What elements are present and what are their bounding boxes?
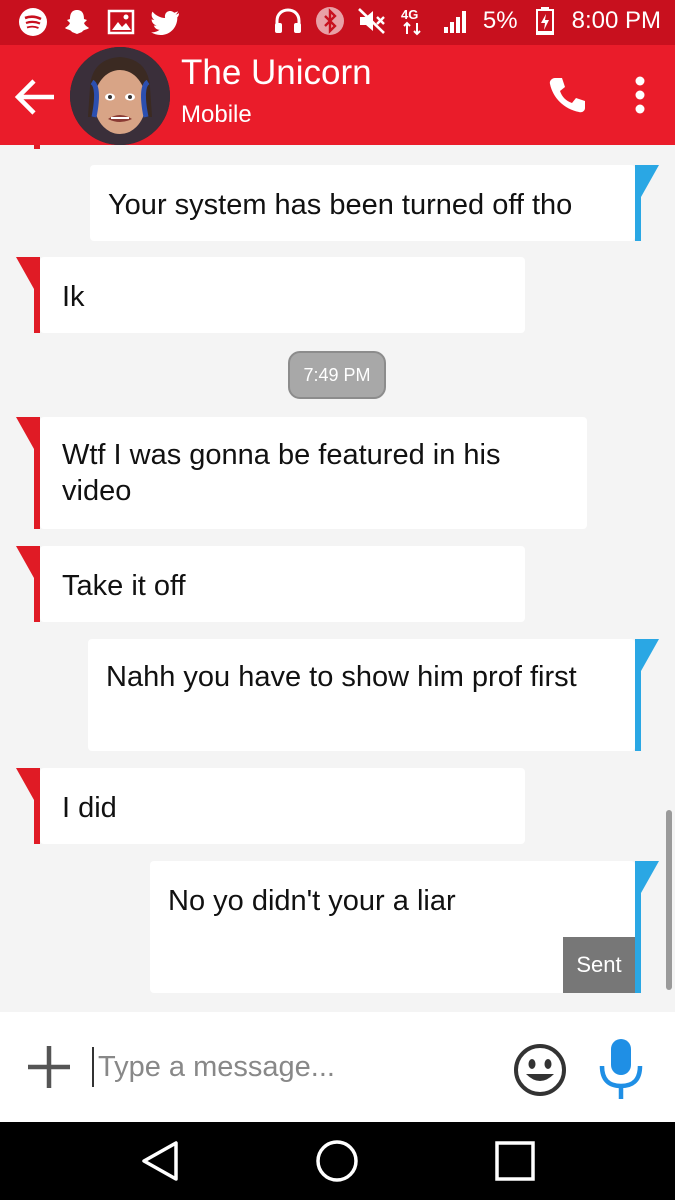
back-arrow-icon xyxy=(14,79,54,115)
outgoing-tail xyxy=(641,639,659,671)
more-vert-icon xyxy=(635,76,645,114)
emoji-button[interactable] xyxy=(512,1042,568,1098)
bluetooth-icon xyxy=(315,6,345,36)
scrollbar-thumb[interactable] xyxy=(666,810,672,990)
recents-nav-icon xyxy=(495,1141,535,1181)
back-nav-icon xyxy=(142,1141,178,1181)
message-composer xyxy=(0,1012,675,1122)
clock: 8:00 PM xyxy=(571,7,661,34)
message-text: Your system has been turned off tho xyxy=(108,189,573,221)
message-text: Take it off xyxy=(62,570,186,602)
home-nav-icon xyxy=(316,1140,358,1182)
incoming-tail xyxy=(16,546,34,578)
incoming-tail xyxy=(16,417,34,449)
phone-icon xyxy=(549,78,585,113)
snapchat-icon xyxy=(62,7,92,37)
timestamp-chip: 7:49 PM xyxy=(288,351,386,399)
incoming-message[interactable]: I did xyxy=(40,768,525,844)
message-text: No yo didn't your a liar xyxy=(168,885,456,917)
voice-input-button[interactable] xyxy=(596,1036,646,1102)
status-bar: 4G 5% 8:00 PM xyxy=(0,0,675,45)
previous-message-marker xyxy=(34,145,40,149)
nav-recents-button[interactable] xyxy=(492,1138,538,1184)
add-icon xyxy=(28,1046,70,1088)
status-right-icons: 4G 5% 8:00 PM xyxy=(273,6,661,36)
nav-home-button[interactable] xyxy=(314,1138,360,1184)
outgoing-message[interactable]: Nahh you have to show him prof first xyxy=(88,639,635,751)
outgoing-tail xyxy=(641,861,659,893)
incoming-message[interactable]: Ik xyxy=(40,257,525,333)
incoming-message[interactable]: Wtf I was gonna be featured in his video xyxy=(40,417,587,529)
contact-avatar[interactable] xyxy=(70,47,170,145)
overflow-menu-button[interactable] xyxy=(618,71,662,119)
headset-icon xyxy=(273,6,303,36)
back-button[interactable] xyxy=(12,73,60,121)
message-text: Wtf I was gonna be featured in his video xyxy=(62,439,501,507)
battery-icon xyxy=(530,6,560,36)
mute-icon xyxy=(357,6,387,36)
incoming-tail xyxy=(16,768,34,800)
microphone-icon xyxy=(599,1039,643,1099)
outgoing-tail xyxy=(641,165,659,197)
add-attachment-button[interactable] xyxy=(24,1042,74,1092)
system-nav-bar xyxy=(0,1122,675,1200)
emoji-icon xyxy=(514,1044,566,1096)
lte-icon: 4G xyxy=(399,6,429,36)
gallery-icon xyxy=(106,7,136,37)
message-input[interactable] xyxy=(92,1047,492,1087)
sent-status-badge: Sent xyxy=(563,937,635,993)
call-button[interactable] xyxy=(543,71,591,119)
app-bar: The Unicorn Mobile xyxy=(0,45,675,145)
incoming-tail xyxy=(16,257,34,289)
contact-number-type: Mobile xyxy=(181,101,252,128)
signal-icon xyxy=(441,6,471,36)
outgoing-message[interactable]: Your system has been turned off tho xyxy=(90,165,635,241)
battery-percent: 5% xyxy=(482,7,518,34)
twitter-icon xyxy=(150,7,180,37)
spotify-icon xyxy=(18,7,48,37)
network-label: 4G xyxy=(401,7,418,22)
message-text: Nahh you have to show him prof first xyxy=(106,661,577,693)
message-thread[interactable]: Your system has been turned off tho Ik 7… xyxy=(0,145,675,1012)
nav-back-button[interactable] xyxy=(138,1138,184,1184)
status-left-icons xyxy=(18,7,180,37)
message-text: Ik xyxy=(62,281,85,313)
message-text: I did xyxy=(62,792,117,824)
contact-name: The Unicorn xyxy=(181,53,372,92)
incoming-message[interactable]: Take it off xyxy=(40,546,525,622)
